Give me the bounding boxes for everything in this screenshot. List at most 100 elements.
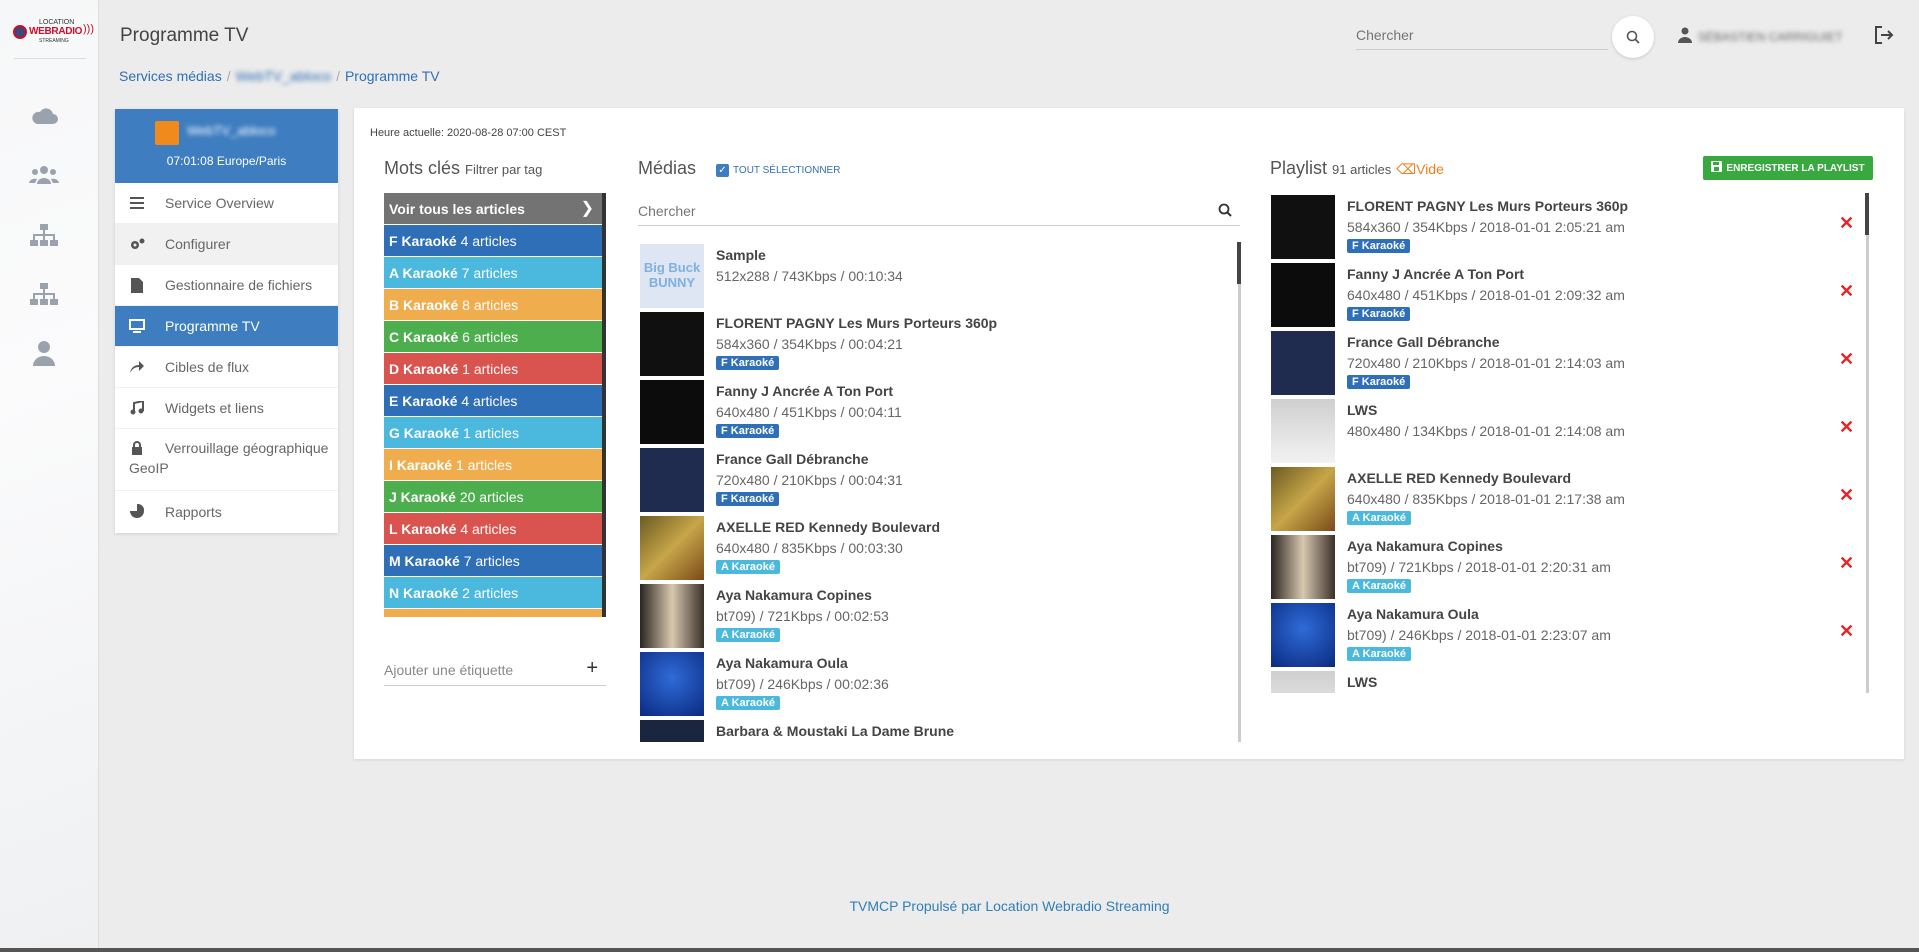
tag-badge: A Karaoké	[1347, 647, 1412, 661]
media-item[interactable]: AXELLE RED Kennedy Boulevard 640x480 / 83…	[638, 514, 1240, 582]
cloud-icon[interactable]	[28, 99, 60, 131]
tag-item[interactable]: L Karaoké 4 articles	[384, 513, 602, 545]
playlist-thumbnail	[1271, 399, 1335, 463]
user-icon[interactable]	[1678, 27, 1692, 46]
remove-icon[interactable]: ✕	[1839, 349, 1854, 370]
playlist-item-title: Fanny J Ancrée A Ton Port	[1347, 266, 1525, 282]
playlist-item[interactable]: LWS	[1269, 669, 1859, 693]
footer: TVMCP Propulsé par Location Webradio Str…	[100, 898, 1919, 914]
menu-item-configurer[interactable]: Configurer	[115, 224, 338, 265]
menu-item-rapports[interactable]: Rapports	[115, 491, 338, 532]
playlist-scrollbar[interactable]	[1865, 193, 1869, 235]
menu-item-cibles-de-flux[interactable]: Cibles de flux	[115, 347, 338, 388]
menu-item-widgets[interactable]: Widgets et liens	[115, 388, 338, 429]
menu-item-programme-tv[interactable]: Programme TV	[115, 306, 338, 347]
tag-item[interactable]: J Karaoké 20 articles	[384, 481, 602, 513]
menu-item-geoip[interactable]: Verrouillage géographique GeoIP	[115, 429, 338, 491]
remove-icon[interactable]: ✕	[1839, 213, 1854, 234]
playlist-item[interactable]: France Gall Débranche 720x480 / 210Kbps /…	[1269, 329, 1859, 397]
media-search[interactable]	[638, 196, 1240, 226]
playlist-item[interactable]: Fanny J Ancrée A Ton Port 640x480 / 451Kb…	[1269, 261, 1859, 329]
media-title: AXELLE RED Kennedy Boulevard	[716, 519, 941, 535]
menu-item-file-manager[interactable]: Gestionnaire de fichiers	[115, 265, 338, 306]
media-title: Aya Nakamura Copines	[716, 587, 872, 603]
remove-icon[interactable]: ✕	[1839, 553, 1854, 574]
user-name[interactable]: SÉBASTIEN CARRIGUIET	[1698, 30, 1843, 44]
add-tag-field[interactable]: Ajouter une étiquette +	[384, 654, 606, 686]
users-icon[interactable]	[28, 159, 60, 191]
playlist-list[interactable]: FLORENT PAGNY Les Murs Porteurs 360p 584x…	[1269, 193, 1859, 693]
select-all-checkbox[interactable]: ✓ TOUT SÉLECTIONNER	[716, 164, 840, 177]
search-icon[interactable]	[1218, 203, 1232, 220]
list-icon	[129, 195, 145, 211]
user-icon[interactable]	[28, 337, 60, 369]
tag-item[interactable]: I Karaoké 1 articles	[384, 449, 602, 481]
remove-icon[interactable]: ✕	[1839, 281, 1854, 302]
media-thumbnail	[640, 380, 704, 444]
tag-badge: F Karaoké	[1347, 375, 1411, 389]
media-item[interactable]: Big Buck BUNNY Sample 512x288 / 743Kbps / …	[638, 242, 1240, 310]
media-item[interactable]: Aya Nakamura Copines bt709) / 721Kbps / 0…	[638, 582, 1240, 650]
search-input[interactable]	[1356, 20, 1608, 49]
playlist-item-meta: 640x480 / 835Kbps / 2018-01-01 2:17:38 a…	[1347, 491, 1625, 507]
media-item[interactable]: FLORENT PAGNY Les Murs Porteurs 360p 584x…	[638, 310, 1240, 378]
programme-panel: Heure actuelle: 2020-08-28 07:00 CEST Mo…	[354, 108, 1904, 759]
playlist-item[interactable]: LWS 480x480 / 134Kbps / 2018-01-01 2:14:0…	[1269, 397, 1859, 465]
logout-icon[interactable]	[1874, 25, 1894, 48]
playlist-item-meta: 640x480 / 451Kbps / 2018-01-01 2:09:32 a…	[1347, 287, 1625, 303]
tag-item[interactable]: B Karaoké 8 articles	[384, 289, 602, 321]
media-scrollbar-track[interactable]	[1238, 242, 1241, 742]
playlist-title: Playlist 91 articles ⌫Vide	[1270, 158, 1444, 178]
breadcrumb-link[interactable]: Services médias	[119, 68, 222, 84]
breadcrumb-current[interactable]: Programme TV	[345, 68, 440, 84]
tag-item[interactable]: F Karaoké 4 articles	[384, 225, 602, 257]
waves-icon: )))	[83, 23, 94, 35]
remove-icon[interactable]: ✕	[1839, 417, 1854, 438]
playlist-item[interactable]: FLORENT PAGNY Les Murs Porteurs 360p 584x…	[1269, 193, 1859, 261]
menu-item-service-overview[interactable]: Service Overview	[115, 183, 338, 224]
clear-playlist-link[interactable]: ⌫Vide	[1396, 161, 1444, 177]
tag-item[interactable]: E Karaoké 4 articles	[384, 385, 602, 417]
add-tag-button[interactable]: +	[586, 652, 598, 684]
tag-item[interactable]: D Karaoké 1 articles	[384, 353, 602, 385]
tag-item[interactable]: M Karaoké 7 articles	[384, 545, 602, 577]
playlist-thumbnail	[1271, 331, 1335, 395]
tag-badge: A Karaoké	[1347, 511, 1412, 525]
search-button[interactable]	[1612, 16, 1654, 58]
playlist-item[interactable]: Aya Nakamura Copines bt709) / 721Kbps / 2…	[1269, 533, 1859, 601]
footer-link[interactable]: TVMCP Propulsé par Location Webradio Str…	[849, 898, 1169, 914]
media-item[interactable]: Aya Nakamura Oula bt709) / 246Kbps / 00:0…	[638, 650, 1240, 718]
media-title: Fanny J Ancrée A Ton Port	[716, 383, 894, 399]
tag-badge: A Karaoké	[1347, 579, 1412, 593]
media-title: Sample	[716, 247, 766, 263]
remove-icon[interactable]: ✕	[1839, 485, 1854, 506]
tag-item[interactable]: C Karaoké 6 articles	[384, 321, 602, 353]
playlist-item-meta: 480x480 / 134Kbps / 2018-01-01 2:14:08 a…	[1347, 423, 1625, 439]
media-list[interactable]: Big Buck BUNNY Sample 512x288 / 743Kbps / …	[638, 242, 1240, 742]
playlist-item[interactable]: Aya Nakamura Oula bt709) / 246Kbps / 2018…	[1269, 601, 1859, 669]
tag-item[interactable]	[384, 609, 602, 617]
sitemap-icon[interactable]	[28, 278, 60, 310]
breadcrumb-link[interactable]: WebTV_abloco	[236, 68, 331, 84]
media-title: FLORENT PAGNY Les Murs Porteurs 360p	[716, 315, 998, 331]
tag-item[interactable]: N Karaoké 2 articles	[384, 577, 602, 609]
media-search-input[interactable]	[638, 196, 1240, 225]
tag-list[interactable]: Voir tous les articles ❯ F Karaoké 4 art…	[384, 193, 606, 617]
playlist-item[interactable]: AXELLE RED Kennedy Boulevard 640x480 / 83…	[1269, 465, 1859, 533]
media-item[interactable]: Barbara & Moustaki La Dame Brune	[638, 718, 1240, 742]
header-search[interactable]	[1356, 20, 1608, 50]
brand-logo[interactable]: LOCATION WEBRADIO STREAMING )))	[11, 17, 94, 45]
remove-icon[interactable]: ✕	[1839, 621, 1854, 642]
sitemap-icon[interactable]	[28, 219, 60, 251]
tag-item[interactable]: A Karaoké 7 articles	[384, 257, 602, 289]
save-playlist-button[interactable]: ENREGISTRER LA PLAYLIST	[1703, 156, 1873, 180]
media-item[interactable]: Fanny J Ancrée A Ton Port 640x480 / 451Kb…	[638, 378, 1240, 446]
media-title: France Gall Débranche	[716, 451, 869, 467]
playlist-scrollbar-track[interactable]	[1866, 193, 1869, 693]
tag-item[interactable]: G Karaoké 1 articles	[384, 417, 602, 449]
pie-chart-icon	[129, 503, 145, 519]
checkbox-checked-icon: ✓	[716, 164, 729, 177]
media-item[interactable]: France Gall Débranche 720x480 / 210Kbps /…	[638, 446, 1240, 514]
media-scrollbar[interactable]	[1237, 242, 1241, 284]
tag-all-articles[interactable]: Voir tous les articles ❯	[384, 193, 602, 225]
